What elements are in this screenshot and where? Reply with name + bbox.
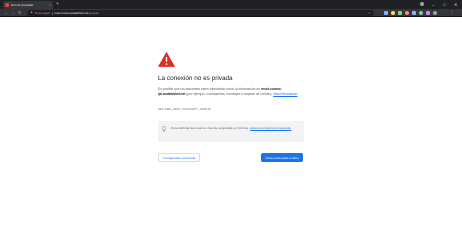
tab-title: Error de privacidad: [11, 3, 33, 7]
extension-icon-7[interactable]: [426, 11, 430, 15]
tab-search-icon[interactable]: [420, 2, 424, 6]
address-bar[interactable]: ▲ No es seguro reset-course-rpisalabhtml…: [27, 10, 374, 16]
learn-more-link[interactable]: Más información: [273, 92, 297, 96]
profile-avatar[interactable]: [433, 11, 437, 15]
safe-browsing-box: Para disfrutar del máximo nivel de segur…: [158, 121, 304, 142]
lightbulb-icon: [162, 126, 166, 132]
safe-browsing-text: Para disfrutar del máximo nivel de segur…: [171, 126, 297, 130]
close-window-button[interactable]: ✕: [454, 1, 457, 8]
extension-icon-3[interactable]: [398, 11, 402, 15]
not-secure-label[interactable]: No es seguro: [35, 12, 50, 15]
address-divider: [52, 11, 53, 15]
warning-favicon-icon: [5, 3, 9, 7]
enhanced-protection-link[interactable]: activa la protección mejorada.: [250, 126, 291, 130]
message-after: (por ejemplo, contraseñas, mensajes o ta…: [185, 91, 274, 96]
url-path: /api-stast: [88, 11, 99, 15]
extension-icon-2[interactable]: [391, 11, 395, 15]
error-code: NET::ERR_CERT_AUTHORITY_INVALID: [158, 108, 211, 111]
url-host: reset-course-rpisalabhtml.net: [54, 11, 89, 15]
tab-close-icon[interactable]: ×: [49, 3, 51, 7]
message-before: Es posible que los atacantes estén inten…: [158, 87, 262, 91]
extension-icon-4[interactable]: [405, 11, 409, 15]
page-title: La conexión no es privada: [158, 75, 233, 82]
forward-button[interactable]: →: [11, 9, 15, 17]
maximize-button[interactable]: □: [443, 1, 445, 8]
extension-icon-1[interactable]: [384, 11, 388, 15]
browser-tab[interactable]: Error de privacidad ×: [3, 1, 53, 9]
extension-icon-6[interactable]: [419, 11, 423, 15]
tab-strip: Error de privacidad × + – □ ✕: [0, 0, 462, 9]
new-tab-button[interactable]: +: [56, 1, 59, 8]
safe-browsing-message: Para disfrutar del máximo nivel de segur…: [171, 126, 251, 130]
browser-menu-icon[interactable]: ⋮: [450, 9, 454, 17]
warning-message: Es posible que los atacantes estén inten…: [158, 87, 298, 96]
bookmark-star-icon[interactable]: ☆: [368, 10, 371, 16]
not-secure-warning-icon[interactable]: ▲: [30, 11, 33, 14]
advanced-button[interactable]: Configuración avanzada: [158, 153, 200, 162]
extension-icon-5[interactable]: [412, 11, 416, 15]
minimize-button[interactable]: –: [432, 1, 434, 8]
reload-button[interactable]: ↻: [18, 9, 21, 17]
warning-triangle-icon: [158, 52, 175, 67]
url-text[interactable]: reset-course-rpisalabhtml.net/api-stast: [55, 12, 99, 15]
back-button[interactable]: ←: [4, 9, 8, 17]
back-to-safety-button[interactable]: Volver para estar a salvo: [261, 153, 303, 162]
